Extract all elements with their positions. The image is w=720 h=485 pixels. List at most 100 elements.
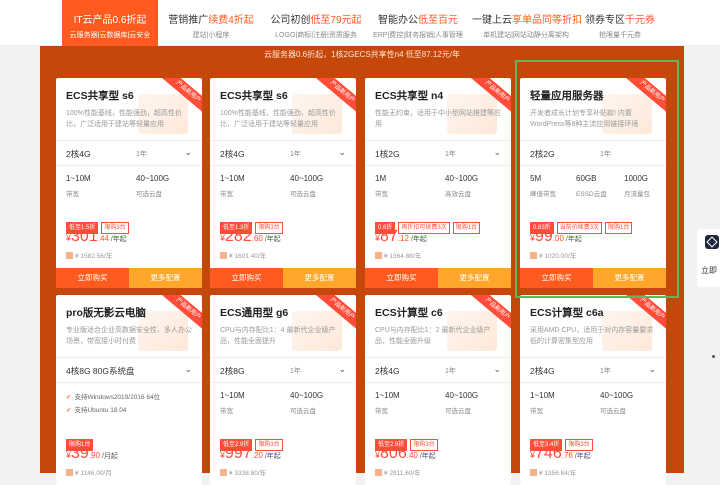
nav-tab-office[interactable]: 智能办公低至百元 ERP|费控|财务报销|人事管理 (368, 0, 468, 46)
config-value: 2核8G (220, 366, 245, 376)
config-select[interactable]: 2核4G 1年 ⌄ (56, 140, 202, 166)
price-integer: 87 (380, 228, 398, 245)
config-select[interactable]: 2核4G 1年 ⌄ (520, 357, 666, 383)
product-title: ECS共享型 n4 (375, 90, 444, 102)
spec-label: 带宽 (375, 408, 388, 415)
product-card-ecs-s6-a: 产品新用户 ECS共享型 s6 100%性能基线，性能强劲，超高性价比，广泛适用… (56, 78, 202, 288)
price-integer: 806 (380, 445, 407, 462)
price-decimal: .12 (397, 234, 409, 243)
product-title: ECS计算型 c6 (375, 307, 443, 319)
price: ¥39.90/月起 (66, 445, 118, 463)
price-unit: /年起 (110, 236, 127, 243)
product-card-ecs-n4: 产品新用户 ECS共享型 n4 性能无约束，适用于中小型网站搭建等应用 1核2G… (365, 78, 511, 288)
price-decimal: .90 (88, 451, 100, 460)
nav-tab-subtitle: 建站|小程序 (192, 32, 230, 39)
spec-value: 1~10M (220, 391, 245, 400)
original-price-text: ¥ 1582.56/年 (75, 253, 113, 260)
chevron-down-icon: ⌄ (493, 147, 501, 157)
nav-tab-highlight: 享单品同等折扣 (512, 15, 582, 26)
config-select[interactable]: 2核8G 1年 ⌄ (210, 357, 356, 383)
spec-label: 带宽 (530, 408, 543, 415)
nav-tab-highlight: 续费4折起 (208, 15, 254, 26)
more-config-button[interactable]: 更多配置 (129, 268, 202, 288)
spec-value: 1~10M (220, 174, 245, 183)
feature-item: ✔ 支持Windows2019/2016 64位 (66, 391, 160, 401)
config-select[interactable]: 1核2G 1年 ⌄ (365, 140, 511, 166)
config-select[interactable]: 2核4G 1年 ⌄ (365, 357, 511, 383)
config-value: 2核4G (66, 149, 91, 159)
chevron-down-icon: ⌄ (184, 147, 192, 157)
spec-value: 40~100G (600, 391, 634, 400)
nav-tab-cloud-migrate[interactable]: 一键上云享单品同等折扣 单机建站|网站动静分离架构 (472, 0, 582, 46)
config-value: 2核4G (530, 366, 555, 376)
nav-tab-startup[interactable]: 公司初创低至79元起 LOGO|商标|注册|资质服务 (262, 0, 370, 46)
price-decimal: .44 (97, 234, 109, 243)
config-value: 1核2G (375, 149, 400, 159)
nav-tab-title: 智能办公 (378, 15, 418, 26)
config-select[interactable]: 2核4G 1年 ⌄ (210, 140, 356, 166)
check-icon: ✔ (66, 407, 72, 414)
feature-item: ✔ 支持Ubuntu 18.04 (66, 404, 127, 414)
original-price-text: ¥ 3338.80/年 (229, 470, 267, 477)
nav-tab-coupons[interactable]: 领券专区千元券 抢限量千元券 (585, 0, 655, 46)
period-value: 1年 (600, 368, 611, 375)
feature-text: 支持Ubuntu 18.04 (74, 407, 127, 414)
price: ¥87.12/年起 (375, 228, 427, 246)
original-price: ¥ 2811.60/年 (375, 467, 421, 477)
nav-tab-subtitle: ERP|费控|财务报销|人事管理 (373, 32, 463, 39)
spec-label: 带宽 (220, 191, 233, 198)
price: ¥301.44/年起 (66, 228, 127, 246)
buy-now-button[interactable]: 立即购买 (56, 268, 129, 288)
nav-tab-highlight: 低至百元 (418, 15, 458, 26)
spec-label: 可选云盘 (290, 191, 316, 198)
chevron-down-icon: ⌄ (184, 364, 192, 374)
side-widget-label: 立即 (701, 266, 717, 275)
chevron-down-icon: ⌄ (648, 364, 656, 374)
price: ¥997.20/年起 (220, 445, 281, 463)
product-description: CPU与内存配比1：4 最新代企业级产品，性能全面提升 (220, 327, 336, 345)
nav-tab-title: 营销推广 (168, 15, 209, 26)
price-unit: /年起 (574, 453, 591, 460)
nav-tab-subtitle: 云服务器|云数据库|云安全 (69, 32, 151, 39)
product-title: pro版无影云电脑 (66, 307, 146, 319)
spec-label: 高效云盘 (445, 191, 471, 198)
price-tag-icon (66, 252, 73, 259)
nav-tab-marketing[interactable]: 营销推广续费4折起 建站|小程序 (165, 0, 257, 46)
config-value: 2核4G (220, 149, 245, 159)
nav-tab-subtitle: 单机建站|网站动静分离架构 (483, 32, 569, 39)
top-nav: IT云产品0.6折起 云服务器|云数据库|云安全 营销推广续费4折起 建站|小程… (0, 0, 720, 46)
nav-tab-title: 公司初创 (270, 15, 311, 26)
product-title: ECS共享型 s6 (220, 90, 288, 102)
price-unit: /年起 (264, 453, 281, 460)
nav-tab-subtitle: 抢限量千元券 (599, 32, 641, 39)
config-value: 2核4G (375, 366, 400, 376)
product-description: 性能无约束，适用于中小型网站搭建等应用 (375, 110, 501, 128)
spec-value: 40~100G (136, 174, 170, 183)
product-description: 100%性能基线，性能强劲，超高性价比，广泛适用于建站等轻量应用 (66, 110, 182, 128)
period-value: 1年 (290, 368, 301, 375)
price-integer: 997 (225, 445, 252, 462)
more-config-button[interactable]: 更多配置 (283, 268, 356, 288)
product-description: 采用AMD CPU，适用于对内存容量要求低的计算密集型应用 (530, 327, 654, 345)
price-integer: 39 (71, 445, 89, 462)
price-tag-icon (375, 252, 382, 259)
nav-tab-it-cloud[interactable]: IT云产品0.6折起 云服务器|云数据库|云安全 (62, 0, 158, 46)
product-description: 100%性能基线，性能强劲，超高性价比，广泛适用于建站等轻量应用 (220, 110, 336, 128)
spec-value: 1~10M (530, 391, 555, 400)
original-price-text: ¥ 1601.40/年 (229, 253, 267, 260)
feature-text: 支持Windows2019/2016 64位 (74, 394, 161, 401)
buy-now-button[interactable]: 立即购买 (365, 268, 438, 288)
period-value: 1年 (445, 368, 456, 375)
spec-label: 带宽 (66, 191, 79, 198)
price: ¥282.60/年起 (220, 228, 281, 246)
price-integer: 301 (71, 228, 98, 245)
nav-tab-highlight: 千元券 (625, 15, 655, 26)
floating-side-widget[interactable]: 立即 (697, 229, 720, 287)
spec-value: 40~100G (290, 174, 324, 183)
chevron-down-icon: ⌄ (493, 364, 501, 374)
spec-value: 40~100G (290, 391, 324, 400)
spec-label: 可选云盘 (136, 191, 162, 198)
more-config-button[interactable]: 更多配置 (438, 268, 511, 288)
buy-now-button[interactable]: 立即购买 (210, 268, 283, 288)
config-select[interactable]: 4核8G 80G系统盘 ⌄ (56, 357, 202, 383)
